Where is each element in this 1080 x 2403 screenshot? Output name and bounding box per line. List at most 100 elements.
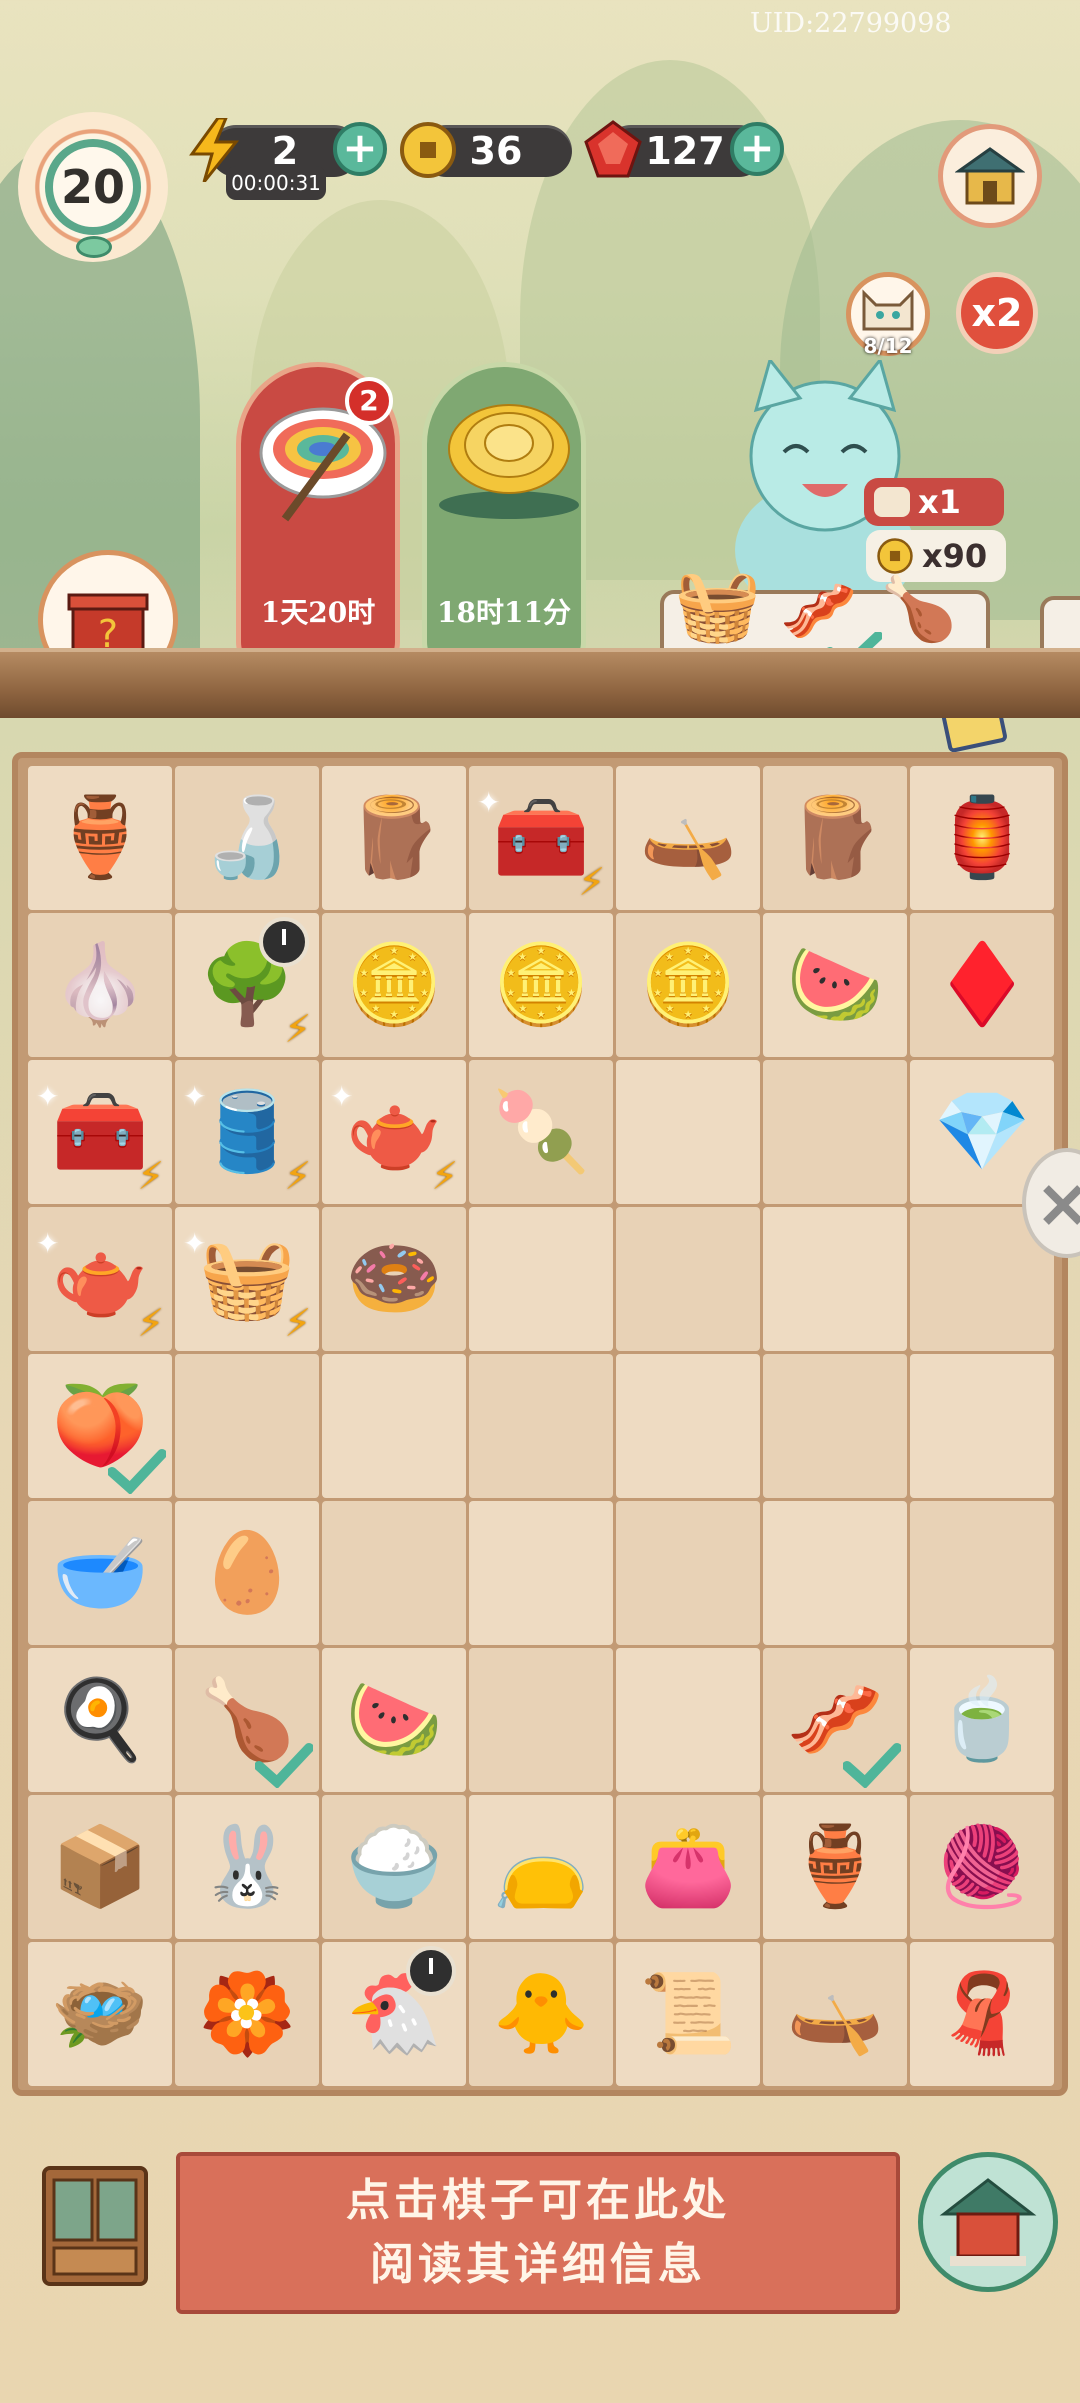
sparkle-icon: ✦ bbox=[183, 1227, 207, 1260]
board-cell[interactable] bbox=[616, 1207, 760, 1351]
board-cell[interactable]: 🧣 bbox=[910, 1942, 1054, 2086]
board-cell[interactable]: 🫖 ⚡ ✦ bbox=[28, 1207, 172, 1351]
board-cell[interactable]: 🍗 bbox=[175, 1648, 319, 1792]
board-item: ♦️ bbox=[933, 940, 1031, 1030]
board-cell[interactable]: 🏺 bbox=[763, 1795, 907, 1939]
board-cell[interactable]: 🐰 bbox=[175, 1795, 319, 1939]
board-cell[interactable] bbox=[469, 1501, 613, 1645]
cabinet-button[interactable] bbox=[38, 2158, 152, 2294]
board-cell[interactable]: 🧰 ✦ ⚡ bbox=[469, 766, 613, 910]
board-cell[interactable] bbox=[763, 1207, 907, 1351]
board-cell[interactable] bbox=[175, 1354, 319, 1498]
order-card-1[interactable]: 2 1天20时 bbox=[236, 362, 400, 672]
board-item: 🪺 bbox=[51, 1969, 149, 2059]
sparkle-icon: ✦ bbox=[36, 1227, 60, 1260]
board-cell[interactable] bbox=[469, 1354, 613, 1498]
board-cell[interactable]: 🪺 bbox=[28, 1942, 172, 2086]
board-item: 🪙 bbox=[345, 940, 443, 1030]
close-icon bbox=[1043, 1185, 1080, 1225]
board-cell[interactable]: 🥣 bbox=[28, 1501, 172, 1645]
board-cell[interactable] bbox=[469, 1648, 613, 1792]
board-cell[interactable]: 🍉 bbox=[322, 1648, 466, 1792]
board-cell[interactable] bbox=[616, 1501, 760, 1645]
customer-progress: 8/12 bbox=[863, 334, 913, 358]
board-cell[interactable]: 🍩 bbox=[322, 1207, 466, 1351]
reward-count-bubble: x1 bbox=[864, 478, 1004, 526]
board-cell[interactable]: 🧶 bbox=[910, 1795, 1054, 1939]
energy-bolt-icon: ⚡ bbox=[284, 1007, 311, 1051]
board-cell[interactable] bbox=[322, 1354, 466, 1498]
board-cell[interactable] bbox=[616, 1060, 760, 1204]
board-cell[interactable]: 🧺 ⚡ ✦ bbox=[175, 1207, 319, 1351]
level-number: 20 bbox=[45, 139, 141, 235]
board-cell[interactable]: 🍉 bbox=[763, 913, 907, 1057]
board-cell[interactable] bbox=[616, 1648, 760, 1792]
board-cell[interactable]: 🛶 bbox=[763, 1942, 907, 2086]
board-cell[interactable]: 🍵 bbox=[910, 1648, 1054, 1792]
treasure-shop-button[interactable] bbox=[938, 124, 1042, 228]
board-item: 🍉 bbox=[345, 1675, 443, 1765]
board-item: 🧄 bbox=[51, 940, 149, 1030]
board-item: 🪙 bbox=[492, 940, 590, 1030]
board-item: 🍩 bbox=[345, 1234, 443, 1324]
board-cell[interactable] bbox=[322, 1501, 466, 1645]
board-cell[interactable]: 🛶 bbox=[616, 766, 760, 910]
board-cell[interactable]: 📦 bbox=[28, 1795, 172, 1939]
board-cell[interactable] bbox=[763, 1501, 907, 1645]
level-badge[interactable]: 20 bbox=[18, 112, 168, 262]
board-item: 🛢️ bbox=[198, 1087, 296, 1177]
board-cell[interactable]: 🥓 bbox=[763, 1648, 907, 1792]
add-energy-button[interactable]: + bbox=[333, 122, 387, 176]
reward-count: x1 bbox=[918, 483, 961, 521]
board-cell[interactable]: 🥚 bbox=[175, 1501, 319, 1645]
board-cell[interactable]: 🍑 bbox=[28, 1354, 172, 1498]
board-cell[interactable]: 🪙 bbox=[322, 913, 466, 1057]
energy-bolt-icon: ⚡ bbox=[284, 1301, 311, 1345]
board-item: 💎 bbox=[933, 1087, 1031, 1177]
board-cell[interactable]: 🪵 bbox=[322, 766, 466, 910]
multiplier-button[interactable]: x2 bbox=[956, 272, 1038, 354]
board-item: 👛 bbox=[639, 1822, 737, 1912]
pavilion-button[interactable] bbox=[918, 2152, 1058, 2292]
check-icon bbox=[254, 1742, 314, 1789]
board-cell[interactable]: 👝 bbox=[469, 1795, 613, 1939]
board-cell[interactable]: 🧄 bbox=[28, 913, 172, 1057]
board-cell[interactable]: 🪵 bbox=[763, 766, 907, 910]
info-line-2: 阅读其详细信息 bbox=[370, 2239, 706, 2290]
order-time: 18时11分 bbox=[437, 596, 571, 629]
wooden-shelf bbox=[0, 648, 1080, 718]
board-cell[interactable]: 🪙 bbox=[469, 913, 613, 1057]
board-cell[interactable] bbox=[763, 1354, 907, 1498]
board-cell[interactable] bbox=[469, 1207, 613, 1351]
board-cell[interactable]: 🫖 ⚡ ✦ bbox=[322, 1060, 466, 1204]
board-item: 🏮 bbox=[933, 793, 1031, 883]
board-cell[interactable]: 📜 bbox=[616, 1942, 760, 2086]
timer-icon bbox=[259, 917, 309, 967]
board-cell[interactable]: 🐥 bbox=[469, 1942, 613, 2086]
board-cell[interactable]: 🛢️ ⚡ ✦ bbox=[175, 1060, 319, 1204]
board-cell[interactable] bbox=[616, 1354, 760, 1498]
board-cell[interactable]: 🧰 ⚡ ✦ bbox=[28, 1060, 172, 1204]
sparkle-icon: ✦ bbox=[183, 1080, 207, 1113]
board-item: 📜 bbox=[639, 1969, 737, 2059]
board-cell[interactable]: 🍳 bbox=[28, 1648, 172, 1792]
board-cell[interactable]: 🌳 ⚡ bbox=[175, 913, 319, 1057]
order-card-2[interactable]: 18时11分 bbox=[422, 362, 586, 672]
board-cell[interactable]: 👛 bbox=[616, 1795, 760, 1939]
board-cell[interactable]: 🍡 bbox=[469, 1060, 613, 1204]
board-cell[interactable]: 🍶 bbox=[175, 766, 319, 910]
board-cell[interactable]: 🏮 bbox=[910, 766, 1054, 910]
board-cell[interactable]: 🏵️ bbox=[175, 1942, 319, 2086]
sparkle-icon: ✦ bbox=[36, 1080, 60, 1113]
add-gems-button[interactable]: + bbox=[730, 122, 784, 176]
board-cell[interactable] bbox=[910, 1501, 1054, 1645]
board-cell[interactable]: 🏺 bbox=[28, 766, 172, 910]
board-cell[interactable]: 🐔 bbox=[322, 1942, 466, 2086]
reward-coins: x90 bbox=[922, 537, 988, 575]
leaf-icon bbox=[76, 236, 112, 258]
board-cell[interactable]: 🪙 bbox=[616, 913, 760, 1057]
board-cell[interactable] bbox=[910, 1354, 1054, 1498]
board-cell[interactable]: ♦️ bbox=[910, 913, 1054, 1057]
board-cell[interactable]: 🍚 bbox=[322, 1795, 466, 1939]
board-cell[interactable] bbox=[763, 1060, 907, 1204]
